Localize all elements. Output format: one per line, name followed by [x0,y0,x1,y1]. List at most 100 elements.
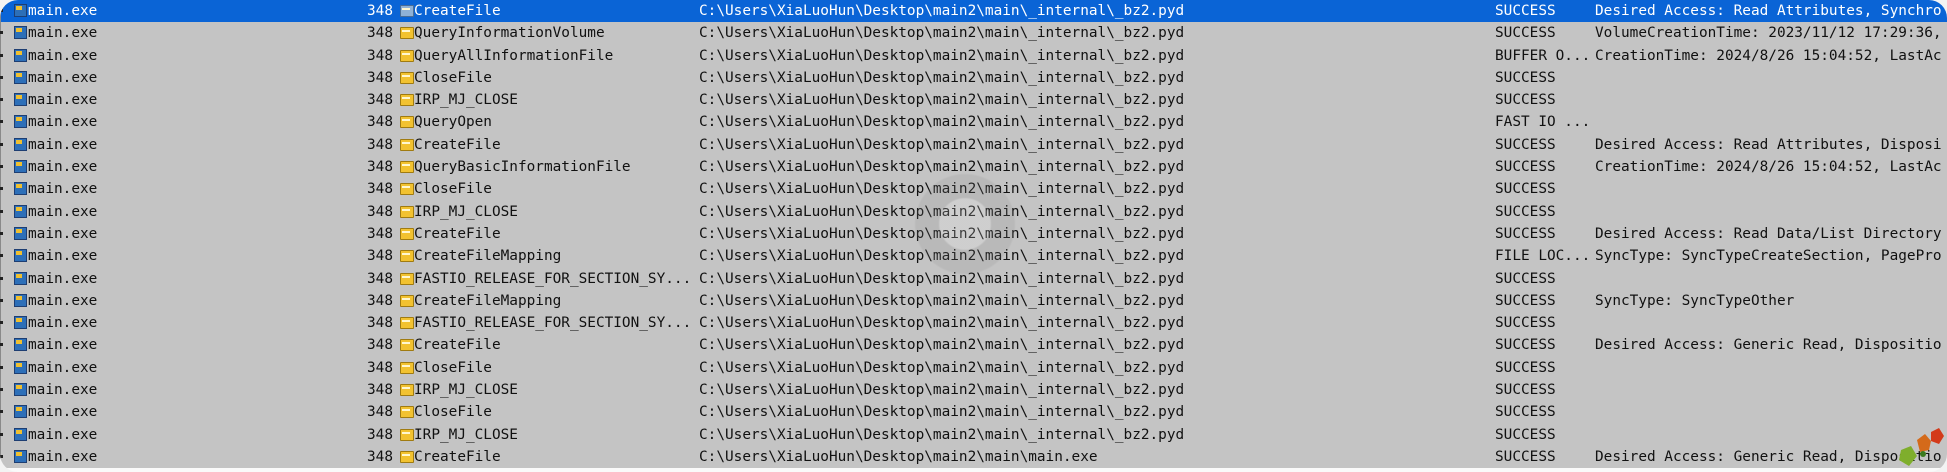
process-exe-icon [13,404,27,419]
result-cell: SUCCESS [1495,181,1556,198]
result-cell: SUCCESS [1495,92,1556,109]
row-marker [0,388,3,392]
path-cell: C:\Users\XiaLuoHun\Desktop\main2\main\_i… [699,203,1185,220]
table-row[interactable]: main.exe 348 CreateFile C:\Users\XiaLuoH… [0,445,1947,469]
operation-cell: IRP_MJ_CLOSE [399,201,699,223]
detail-cell: CreationTime: 2024/8/26 15:04:52, LastAc [1595,47,1942,64]
path-cell: C:\Users\XiaLuoHun\Desktop\main2\main\_i… [699,404,1185,421]
pid-cell: 348 [367,448,393,465]
path-cell: C:\Users\XiaLuoHun\Desktop\main2\main\_i… [699,114,1185,131]
detail-cell: Desired Access: Read Attributes, Synchro [1595,3,1942,19]
decorative-sticker-icon [1899,428,1944,466]
pid-cell: 348 [367,248,393,265]
detail-cell [1595,111,1947,133]
table-row[interactable]: main.exe 348 IRP_MJ_CLOSE C:\Users\XiaLu… [0,89,1947,112]
result-cell: SUCCESS [1495,3,1556,19]
process-exe-icon [13,48,27,62]
path-cell: C:\Users\XiaLuoHun\Desktop\main2\main\_i… [699,181,1185,198]
table-row[interactable]: main.exe 348 QueryAllInformationFile C:\… [0,44,1947,67]
path-cell: C:\Users\XiaLuoHun\Desktop\main2\main\_i… [699,382,1185,399]
row-marker [0,231,3,235]
row-marker [0,254,3,258]
process-name-cell: main.exe [13,178,343,200]
operation-name: CreateFileMapping [414,292,562,309]
table-row[interactable]: main.exe 348 CreateFileMapping C:\Users\… [0,289,1947,313]
operation-name: CloseFile [414,181,492,198]
result-cell: FAST IO ... [1495,114,1591,131]
filesystem-operation-icon [399,404,414,419]
process-exe-icon [13,271,27,285]
operation-name: FASTIO_RELEASE_FOR_SECTION_SY... [414,270,692,287]
detail-cell [1595,201,1947,223]
detail-cell [1595,268,1947,290]
operation-cell: CreateFile [399,446,699,468]
path-cell: C:\Users\XiaLuoHun\Desktop\main2\main\_i… [699,92,1185,109]
result-cell: SUCCESS [1495,315,1556,332]
operation-name: CreateFile [414,337,501,354]
path-cell: C:\Users\XiaLuoHun\Desktop\main2\main\_i… [699,248,1185,265]
process-name-cell: main.exe [13,424,343,446]
process-name: main.exe [28,159,98,176]
process-exe-icon [13,337,27,352]
table-row[interactable]: main.exe 348 CloseFile C:\Users\XiaLuoHu… [0,401,1947,424]
detail-cell [1595,379,1947,401]
process-name: main.exe [28,3,98,19]
operation-cell: CloseFile [399,401,699,423]
operation-cell: FASTIO_RELEASE_FOR_SECTION_SY... [399,312,699,334]
table-row[interactable]: main.exe 348 CreateFile C:\Users\XiaLuoH… [0,133,1947,157]
process-name-cell: main.exe [13,223,343,245]
process-name: main.exe [28,69,98,86]
operation-cell: CreateFileMapping [399,245,699,267]
operation-name: CreateFile [414,136,501,153]
table-row[interactable]: main.exe 348 IRP_MJ_CLOSE C:\Users\XiaLu… [0,423,1947,446]
process-name: main.exe [28,181,98,198]
pid-cell: 348 [367,270,393,287]
process-name: main.exe [28,114,98,131]
process-exe-icon [13,3,27,17]
process-exe-icon [13,360,27,374]
table-row[interactable]: main.exe 348 QueryOpen C:\Users\XiaLuoHu… [0,111,1947,134]
operation-cell: CreateFile [399,134,699,156]
table-row[interactable]: main.exe 348 IRP_MJ_CLOSE C:\Users\XiaLu… [0,379,1947,402]
operation-name: CreateFile [414,225,501,242]
table-row[interactable]: main.exe 348 QueryInformationVolume C:\U… [0,22,1947,45]
table-row[interactable]: main.exe 348 CreateFile C:\Users\XiaLuoH… [0,334,1947,357]
table-row[interactable]: main.exe 348 CloseFile C:\Users\XiaLuoHu… [0,66,1947,90]
operation-cell: CloseFile [399,67,699,89]
operation-name: CloseFile [414,359,492,376]
operation-cell: CreateFileMapping [399,290,699,312]
operation-name: FASTIO_RELEASE_FOR_SECTION_SY... [414,315,692,332]
table-row[interactable]: main.exe 348 FASTIO_RELEASE_FOR_SECTION_… [0,312,1947,335]
table-row-selected[interactable]: main.exe 348 CreateFile C:\Users\XiaLuoH… [0,0,1947,23]
path-cell: C:\Users\XiaLuoHun\Desktop\main2\main\_i… [699,47,1185,64]
pid-cell: 348 [367,203,393,220]
result-cell: FILE LOC... [1495,248,1591,265]
process-name: main.exe [28,25,98,42]
result-cell: SUCCESS [1495,136,1556,153]
process-name: main.exe [28,426,98,443]
operation-name: CloseFile [414,404,492,421]
operation-name: CreateFile [414,3,501,19]
pid-cell: 348 [367,92,393,109]
operation-name: QueryBasicInformationFile [414,159,631,176]
process-exe-icon [13,25,27,40]
process-name-cell: main.exe [13,290,343,312]
path-cell: C:\Users\XiaLuoHun\Desktop\main2\main\_i… [699,426,1185,443]
result-cell: SUCCESS [1495,225,1556,242]
detail-cell: SyncType: SyncTypeOther [1595,292,1795,309]
operation-name: QueryAllInformationFile [414,47,614,64]
result-cell: SUCCESS [1495,159,1556,176]
filesystem-operation-icon [399,25,414,40]
process-name-cell: main.exe [13,156,343,178]
process-name-cell: main.exe [13,268,343,290]
process-exe-icon [13,137,27,151]
operation-name: CreateFileMapping [414,248,562,265]
process-exe-icon [13,315,27,330]
table-row[interactable]: main.exe 348 CloseFile C:\Users\XiaLuoHu… [0,356,1947,380]
result-cell: SUCCESS [1495,203,1556,220]
process-name-cell: main.exe [13,312,343,334]
row-marker [0,343,3,347]
operation-cell: CloseFile [399,178,699,200]
filesystem-operation-icon [399,137,414,151]
process-name-cell: main.exe [13,111,343,133]
